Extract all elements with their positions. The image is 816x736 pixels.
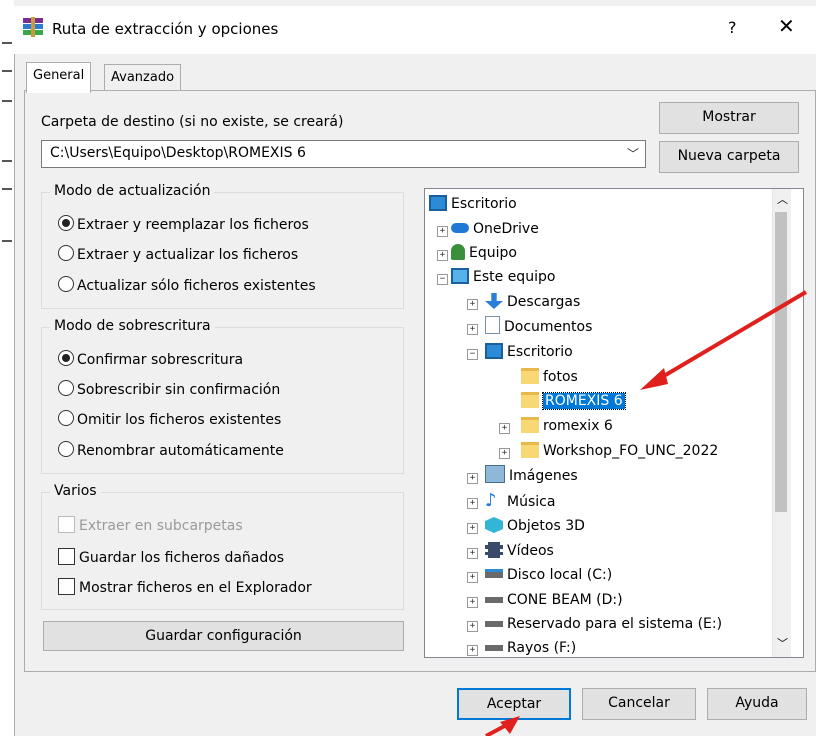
- folder-icon: [521, 442, 539, 458]
- radio-icon[interactable]: [58, 410, 74, 426]
- checkbox-keep-broken[interactable]: Guardar los ficheros dañados: [58, 548, 284, 566]
- tree-node[interactable]: Disco local (C:): [485, 564, 612, 586]
- radio-icon[interactable]: [58, 245, 74, 261]
- collapse-minus-icon[interactable]: −: [467, 349, 478, 360]
- tree-node[interactable]: Equipo: [451, 242, 517, 264]
- drive-icon: [485, 645, 503, 651]
- save-config-button[interactable]: Guardar configuración: [43, 621, 404, 651]
- folder-icon: [521, 417, 539, 433]
- expand-plus-icon[interactable]: +: [467, 548, 478, 559]
- radio-icon[interactable]: [58, 380, 74, 396]
- folder-icon: [521, 368, 539, 384]
- checkbox-icon[interactable]: [58, 548, 75, 565]
- expand-plus-icon[interactable]: +: [467, 299, 478, 310]
- radio-confirm-overwrite[interactable]: Confirmar sobrescritura: [58, 350, 243, 368]
- expand-plus-icon[interactable]: +: [467, 498, 478, 509]
- update-mode-title: Modo de actualización: [50, 183, 215, 199]
- show-button[interactable]: Mostrar: [659, 102, 799, 134]
- folder-icon: [521, 392, 539, 408]
- destination-path-value: C:\Users\Equipo\Desktop\ROMEXIS 6: [50, 145, 306, 161]
- film-icon: [485, 542, 503, 558]
- tree-node[interactable]: Workshop_FO_UNC_2022: [521, 440, 718, 462]
- folder-tree[interactable]: Escritorio + OneDrive + Equipo − Este eq…: [424, 188, 804, 658]
- checkbox-extract-subfolders[interactable]: Extraer en subcarpetas: [58, 516, 243, 534]
- tree-node[interactable]: Vídeos: [485, 540, 554, 562]
- radio-icon[interactable]: [58, 441, 74, 457]
- destination-path-combo[interactable]: C:\Users\Equipo\Desktop\ROMEXIS 6 ﹀: [41, 140, 646, 168]
- expand-plus-icon[interactable]: +: [499, 423, 510, 434]
- collapse-minus-icon[interactable]: −: [437, 274, 448, 285]
- tree-node[interactable]: Reservado para el sistema (E:): [485, 613, 722, 635]
- overwrite-mode-title: Modo de sobrescritura: [50, 318, 215, 334]
- tree-node[interactable]: Documentos: [485, 316, 592, 338]
- cloud-icon: [451, 223, 469, 233]
- expand-plus-icon[interactable]: +: [467, 572, 478, 583]
- document-icon: [485, 316, 500, 334]
- tree-node[interactable]: Imágenes: [485, 465, 578, 487]
- tab-advanced[interactable]: Avanzado: [104, 64, 182, 90]
- window-title: Ruta de extracción y opciones: [52, 20, 279, 38]
- winrar-books-icon: [23, 17, 43, 37]
- radio-skip-existing[interactable]: Omitir los ficheros existentes: [58, 410, 281, 428]
- image-icon: [485, 465, 505, 483]
- tree-node[interactable]: Este equipo: [451, 266, 555, 288]
- monitor-icon: [485, 343, 503, 359]
- radio-extract-replace[interactable]: Extraer y reemplazar los ficheros: [58, 215, 309, 233]
- expand-plus-icon[interactable]: +: [467, 645, 478, 656]
- tree-node[interactable]: OneDrive: [451, 218, 539, 240]
- radio-selected-icon[interactable]: [58, 350, 74, 366]
- tree-node[interactable]: fotos: [521, 366, 578, 388]
- expand-plus-icon[interactable]: +: [467, 324, 478, 335]
- radio-extract-update[interactable]: Extraer y actualizar los ficheros: [58, 245, 298, 263]
- tree-node[interactable]: ♪ Música: [485, 490, 555, 512]
- help-footer-button[interactable]: Ayuda: [707, 688, 807, 720]
- scrollbar-thumb[interactable]: [775, 212, 787, 512]
- destination-label: Carpeta de destino (si no existe, se cre…: [41, 114, 344, 130]
- chevron-down-icon[interactable]: ﹀: [627, 145, 639, 162]
- drive-icon: [485, 621, 503, 627]
- checkbox-show-in-explorer[interactable]: Mostrar ficheros en el Explorador: [58, 578, 312, 596]
- tree-node-selected[interactable]: ROMEXIS 6: [521, 390, 626, 412]
- checkbox-icon[interactable]: [58, 516, 75, 533]
- chevron-down-icon[interactable]: ﹀: [777, 635, 788, 651]
- checkbox-icon[interactable]: [58, 578, 75, 595]
- tree-node[interactable]: romexix 6: [521, 415, 613, 437]
- ok-button[interactable]: Aceptar: [457, 688, 571, 720]
- expand-plus-icon[interactable]: +: [437, 226, 448, 237]
- tree-node[interactable]: Escritorio: [485, 341, 573, 363]
- background-window-strip: [0, 0, 14, 736]
- expand-plus-icon[interactable]: +: [467, 473, 478, 484]
- radio-overwrite-no-confirm[interactable]: Sobrescribir sin confirmación: [58, 380, 280, 398]
- drive-icon: [485, 569, 503, 578]
- monitor-icon: [429, 195, 447, 211]
- tree-node[interactable]: Objetos 3D: [485, 515, 585, 537]
- radio-selected-icon[interactable]: [58, 215, 74, 231]
- tree-node[interactable]: Descargas: [485, 291, 580, 313]
- misc-title: Varios: [50, 483, 101, 499]
- expand-plus-icon[interactable]: +: [467, 523, 478, 534]
- tab-general[interactable]: General: [26, 62, 92, 93]
- download-icon: [485, 293, 503, 309]
- expand-plus-icon[interactable]: +: [467, 621, 478, 632]
- radio-update-existing[interactable]: Actualizar sólo ficheros existentes: [58, 276, 316, 294]
- expand-plus-icon[interactable]: +: [499, 448, 510, 459]
- cancel-button[interactable]: Cancelar: [582, 688, 696, 720]
- cube-icon: [485, 517, 503, 533]
- tree-node[interactable]: Rayos (F:): [485, 637, 576, 657]
- radio-auto-rename[interactable]: Renombrar automáticamente: [58, 441, 284, 459]
- music-icon: ♪: [485, 490, 497, 511]
- drive-icon: [485, 597, 503, 603]
- expand-plus-icon[interactable]: +: [467, 597, 478, 608]
- help-button[interactable]: ?: [728, 18, 737, 37]
- radio-icon[interactable]: [58, 276, 74, 292]
- user-icon: [451, 244, 465, 260]
- expand-plus-icon[interactable]: +: [437, 250, 448, 261]
- new-folder-button[interactable]: Nueva carpeta: [659, 141, 799, 173]
- monitor-icon: [451, 268, 469, 284]
- tree-node[interactable]: Escritorio: [429, 193, 517, 215]
- chevron-up-icon[interactable]: ︿: [777, 191, 788, 207]
- close-button[interactable]: ✕: [778, 14, 795, 38]
- tree-node[interactable]: CONE BEAM (D:): [485, 589, 623, 611]
